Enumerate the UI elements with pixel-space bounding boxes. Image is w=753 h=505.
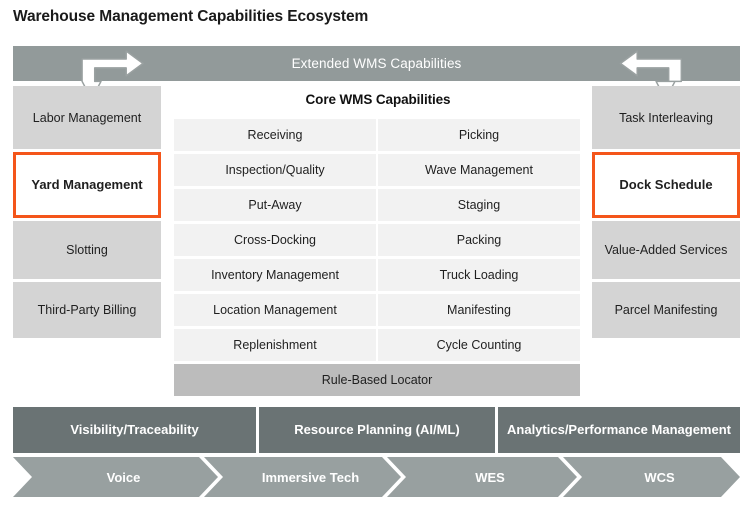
core-cell[interactable]: Truck Loading [378, 259, 580, 291]
diagram-canvas: Warehouse Management Capabilities Ecosys… [0, 0, 753, 505]
core-cell[interactable]: Picking [378, 119, 580, 151]
chevron-voice[interactable]: Voice [13, 457, 218, 497]
core-cell[interactable]: Staging [378, 189, 580, 221]
core-cell[interactable]: Location Management [174, 294, 376, 326]
core-cell[interactable]: Manifesting [378, 294, 580, 326]
technology-chevron-row: Voice Immersive Tech WES WCS [13, 457, 740, 497]
sidebox-labor-management[interactable]: Labor Management [13, 86, 161, 149]
core-cell[interactable]: Receiving [174, 119, 376, 151]
extended-wms-band: Extended WMS Capabilities [13, 46, 740, 81]
layer-analytics-performance[interactable]: Analytics/Performance Management [498, 407, 740, 453]
sidebox-yard-management[interactable]: Yard Management [13, 152, 161, 218]
chevron-label: Voice [106, 469, 141, 485]
core-cell[interactable]: Packing [378, 224, 580, 256]
sidebox-parcel-manifesting[interactable]: Parcel Manifesting [592, 282, 740, 338]
core-wms-panel: Core WMS Capabilities Receiving Picking … [172, 86, 584, 404]
core-cell[interactable]: Replenishment [174, 329, 376, 361]
chevron-label: WCS [644, 469, 675, 485]
chevron-immersive-tech[interactable]: Immersive Tech [204, 457, 401, 497]
core-cell[interactable]: Cycle Counting [378, 329, 580, 361]
platform-layer-row: Visibility/Traceability Resource Plannin… [13, 407, 740, 453]
core-cell-rule-based-locator[interactable]: Rule-Based Locator [174, 364, 580, 396]
right-capability-column: Task Interleaving Dock Schedule Value-Ad… [592, 86, 740, 341]
core-cell[interactable]: Cross-Docking [174, 224, 376, 256]
core-cell[interactable]: Put-Away [174, 189, 376, 221]
sidebox-task-interleaving[interactable]: Task Interleaving [592, 86, 740, 149]
layer-resource-planning[interactable]: Resource Planning (AI/ML) [259, 407, 495, 453]
core-wms-title: Core WMS Capabilities [305, 92, 451, 107]
page-title: Warehouse Management Capabilities Ecosys… [13, 8, 369, 25]
core-cell[interactable]: Inspection/Quality [174, 154, 376, 186]
core-cell[interactable]: Inventory Management [174, 259, 376, 291]
sidebox-dock-schedule[interactable]: Dock Schedule [592, 152, 740, 218]
chevron-wes[interactable]: WES [387, 457, 577, 497]
core-cell[interactable]: Wave Management [378, 154, 580, 186]
chevron-label: WES [475, 469, 505, 485]
chevron-label: Immersive Tech [261, 469, 360, 485]
core-wms-grid: Receiving Picking Inspection/Quality Wav… [174, 119, 582, 364]
sidebox-slotting[interactable]: Slotting [13, 221, 161, 279]
sidebox-value-added-services[interactable]: Value-Added Services [592, 221, 740, 279]
layer-visibility-traceability[interactable]: Visibility/Traceability [13, 407, 256, 453]
sidebox-third-party-billing[interactable]: Third-Party Billing [13, 282, 161, 338]
extended-wms-band-label: Extended WMS Capabilities [291, 56, 462, 71]
chevron-wcs[interactable]: WCS [563, 457, 740, 497]
left-capability-column: Labor Management Yard Management Slottin… [13, 86, 161, 341]
